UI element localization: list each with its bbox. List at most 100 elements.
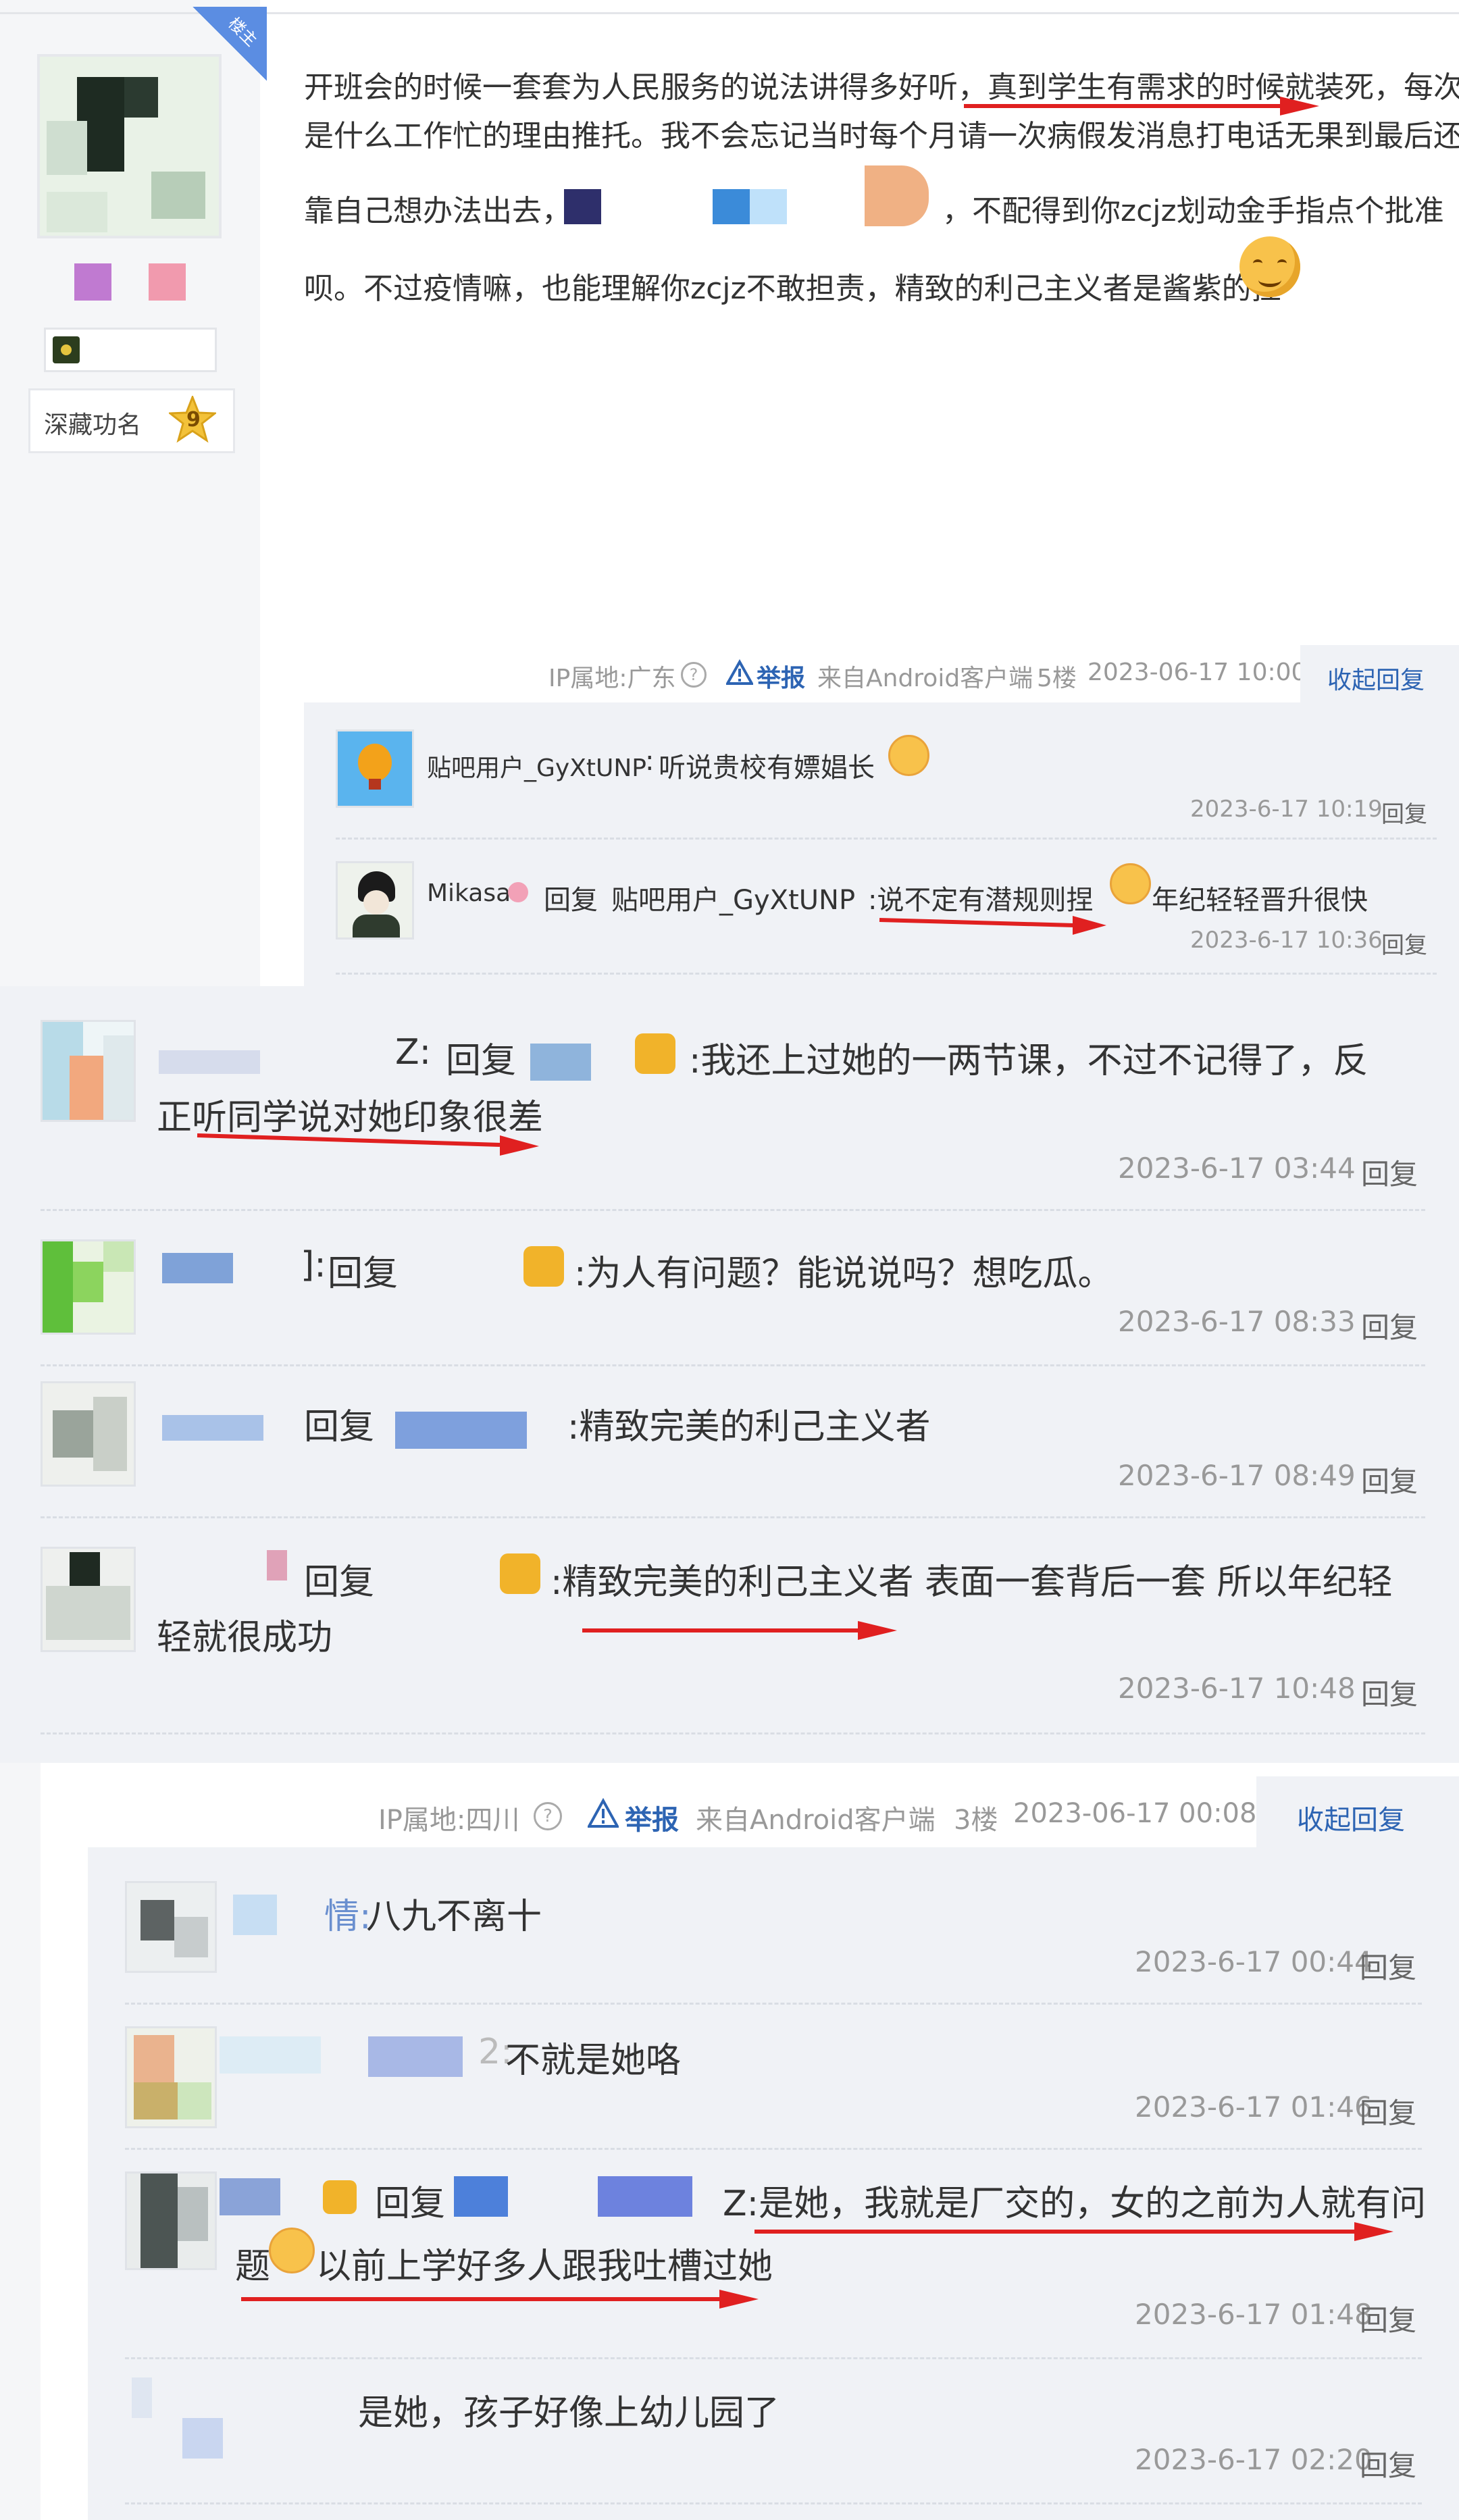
reply-button[interactable]: 回复 [1381, 927, 1427, 960]
reply-button[interactable]: 回复 [1361, 1459, 1418, 1500]
reply-time: 2023-6-17 10:36 [1190, 927, 1383, 954]
reply-word: 回复 [304, 1407, 375, 1447]
reply-lead: Z: [395, 1032, 432, 1073]
warning-icon [725, 659, 754, 686]
avatar[interactable] [336, 729, 414, 808]
reply-time: 2023-6-17 08:49 [1118, 1459, 1356, 1492]
blurred-mention [750, 189, 787, 224]
blurred-username [267, 1550, 287, 1580]
red-arrow-annotation [241, 2290, 759, 2309]
blurred-username [220, 2178, 280, 2215]
avatar[interactable] [41, 1381, 136, 1487]
reply-text-2: 年纪轻轻晋升很快 [1152, 885, 1368, 916]
reply-time: 2023-6-17 01:48 [1135, 2298, 1373, 2331]
reply-text: :为人有问题？能说说吗？想吃瓜。 [574, 1254, 1113, 1294]
post-line-3: 靠自己想办法出去， [304, 194, 571, 228]
warning-icon [586, 1797, 620, 1829]
reply-time: 2023-6-17 10:48 [1118, 1672, 1356, 1705]
reply-time: 2023-6-17 01:46 [1135, 2090, 1373, 2124]
level-number: 9 [186, 408, 201, 432]
blurred-username [162, 1415, 263, 1441]
red-arrow-annotation [754, 2222, 1393, 2241]
avatar[interactable] [125, 2026, 217, 2128]
tiger-icon [323, 2180, 357, 2214]
rank-badge: 深藏功名 9 [28, 388, 235, 453]
avatar[interactable] [125, 2171, 217, 2270]
reply-text-2: 轻就很成功 [157, 1618, 333, 1658]
reply-button[interactable]: 回复 [1381, 796, 1427, 829]
reply-target[interactable]: 贴吧用户_GyXtUNP [611, 878, 855, 917]
avatar[interactable] [41, 1020, 136, 1122]
blurred-mention [865, 165, 929, 226]
reply-text: :我还上过她的一两节课，不过不记得了，反 [689, 1041, 1368, 1081]
reply-time: 2023-6-17 02:20 [1135, 2443, 1373, 2476]
floor3-left-strip [0, 1763, 41, 2520]
reply-text-prefix: 题 [235, 2246, 271, 2287]
user-medal [149, 263, 186, 301]
reply-text: 是她，孩子好像上幼儿园了 [358, 2393, 780, 2434]
reply-button[interactable]: 回复 [1361, 1672, 1418, 1713]
post-time: 2023-06-17 00:08 [1013, 1798, 1257, 1829]
post-time: 2023-06-17 10:00 [1087, 659, 1307, 686]
blurred-target [598, 2176, 692, 2217]
floor-number: 5楼 [1037, 665, 1077, 692]
reply-button[interactable]: 回复 [1360, 2090, 1416, 2132]
smile-emoji-icon [1239, 236, 1300, 297]
report-link[interactable]: 举报 [625, 1798, 679, 1837]
client-source: 来自Android客户端 [817, 665, 1033, 692]
blurred-username [220, 2036, 321, 2074]
blurred-username [159, 1050, 260, 1074]
reply-button[interactable]: 回复 [1360, 2443, 1416, 2484]
reply-time: 2023-6-17 03:44 [1118, 1152, 1356, 1185]
help-icon[interactable]: ? [534, 1802, 562, 1830]
avatar[interactable] [125, 1881, 217, 1973]
reply-word: 回复 [375, 2184, 446, 2224]
author-avatar[interactable] [37, 54, 222, 238]
reply-text-2: 以前上学好多人跟我吐槽过她 [316, 2246, 773, 2287]
reply-divider [336, 838, 1437, 840]
reply-divider [125, 2357, 1422, 2359]
reply-text: :精致完美的利己主义者 表面一套背后一套 所以年纪轻 [551, 1562, 1393, 1603]
blurred-mention [564, 189, 601, 224]
reply-divider [125, 2003, 1422, 2005]
blurred-username [233, 1895, 277, 1935]
post-line-4: ，不配得到你zcjz划动金手指点个批准 [942, 194, 1444, 228]
reply-time: 2023-6-17 10:19 [1190, 796, 1383, 823]
reply-button[interactable]: 回复 [1361, 1152, 1418, 1193]
rank-label: 深藏功名 [44, 411, 142, 439]
reply-divider [336, 973, 1437, 975]
blurred-username [162, 1253, 233, 1283]
floor-owner-badge: 楼主 [193, 7, 267, 81]
reply-colon: : [645, 746, 655, 777]
reply-button[interactable]: 回复 [1360, 1945, 1416, 1986]
avatar[interactable] [41, 1547, 136, 1652]
reply-divider [41, 1209, 1425, 1211]
avatar[interactable] [125, 2377, 226, 2465]
tiger-icon [523, 1246, 564, 1287]
reply-button[interactable]: 回复 [1360, 2298, 1416, 2339]
red-arrow-annotation [879, 916, 1106, 935]
reply-username[interactable]: 贴吧用户_GyXtUNP [427, 748, 646, 783]
reply-word: 回复 [544, 885, 598, 916]
reply-lead: ]: [301, 1245, 326, 1285]
collapse-replies-button[interactable]: 收起回复 [1297, 1798, 1405, 1837]
reply-text: 八九不离十 [366, 1897, 542, 1937]
blurred-target [530, 1044, 591, 1081]
avatar[interactable] [41, 1239, 136, 1335]
reply-word: 回复 [446, 1041, 517, 1081]
tiger-icon [635, 1033, 675, 1074]
reply-divider [125, 2502, 1422, 2504]
reply-time: 2023-6-17 08:33 [1118, 1305, 1356, 1338]
blurred-target [395, 1412, 527, 1449]
collapse-replies-button[interactable]: 收起回复 [1327, 661, 1425, 696]
report-link[interactable]: 举报 [757, 659, 805, 694]
smile-emoji-icon [269, 2228, 315, 2273]
level-bar [44, 328, 217, 372]
avatar[interactable] [336, 861, 414, 940]
blurred-target [454, 2176, 508, 2217]
help-icon[interactable]: ? [681, 662, 707, 688]
reply-text: :精致完美的利己主义者 [567, 1407, 931, 1447]
reply-button[interactable]: 回复 [1361, 1305, 1418, 1346]
blurred-mention [713, 189, 750, 224]
reply-username[interactable]: Mikasa [427, 879, 511, 907]
